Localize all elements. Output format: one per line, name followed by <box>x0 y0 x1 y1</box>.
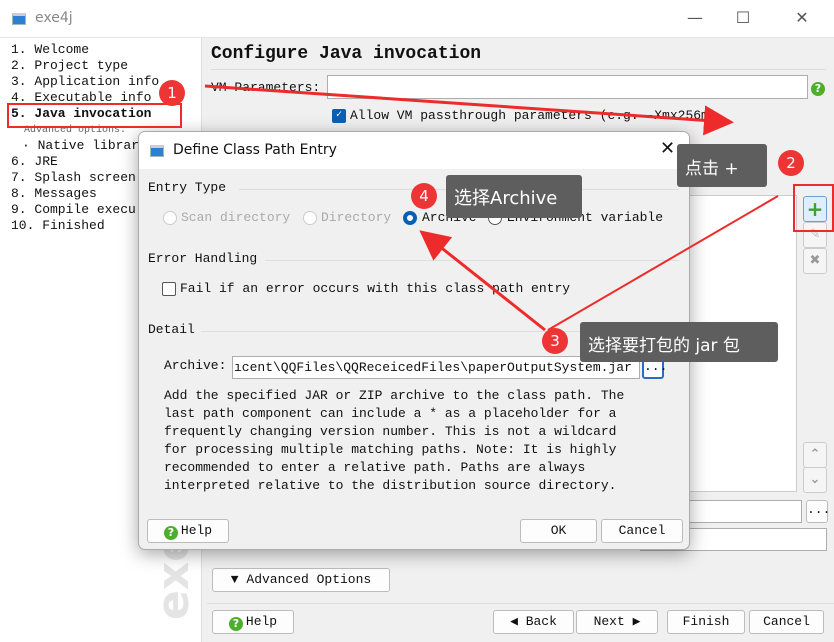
annotation-arrows <box>204 84 779 332</box>
arrow-1 <box>204 84 734 136</box>
tip-select-archive: 选择Archive <box>446 175 582 218</box>
tip-click-plus: 点击 + <box>677 144 767 187</box>
badge-2: 2 <box>778 150 804 176</box>
badge-3: 3 <box>542 328 568 354</box>
badge-1: 1 <box>159 80 185 106</box>
tip-select-jar: 选择要打包的 jar 包 <box>580 322 778 362</box>
arrow-3 <box>419 230 546 332</box>
badge-4: 4 <box>411 183 437 209</box>
arrow-2 <box>547 195 779 331</box>
